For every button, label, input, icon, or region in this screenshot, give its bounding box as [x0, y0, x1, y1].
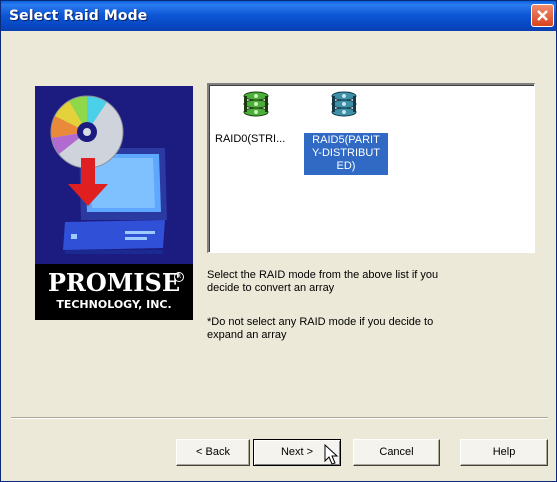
list-item-label-line: RAID5(PARIT	[312, 134, 380, 146]
list-item-raid0[interactable]: RAID0(STRI...	[213, 90, 297, 150]
instruction-line: decide to convert an array	[207, 282, 335, 294]
instruction-text-2: *Do not select any RAID mode if you deci…	[207, 316, 433, 342]
list-item-label-line: Y-DISTRIBUT	[311, 147, 381, 159]
select-raid-mode-dialog: Select Raid Mode PROMISE R TECHNOLOGY, I…	[0, 0, 557, 482]
list-item-label-selected: RAID5(PARIT Y-DISTRIBUT ED)	[304, 133, 388, 175]
cancel-button[interactable]: Cancel	[353, 439, 440, 466]
list-item-label: RAID0(STRI...	[215, 133, 286, 145]
instruction-text-1: Select the RAID mode from the above list…	[207, 269, 438, 295]
computer-install-illustration	[50, 95, 167, 254]
registered-mark: R	[174, 272, 184, 282]
disk-array-icon	[243, 91, 269, 117]
close-button[interactable]	[531, 4, 554, 27]
list-item-label-line: ED)	[336, 160, 356, 172]
promise-logo-subtitle: TECHNOLOGY, INC.	[56, 298, 172, 311]
help-button[interactable]: Help	[460, 439, 548, 466]
instruction-line: *Do not select any RAID mode if you deci…	[207, 316, 434, 328]
instruction-line: Select the RAID mode from the above list…	[207, 269, 439, 281]
window-title: Select Raid Mode	[9, 8, 148, 24]
back-button[interactable]: < Back	[176, 439, 250, 466]
mouse-pointer-icon	[324, 444, 339, 465]
disk-array-icon	[331, 91, 357, 117]
instruction-line: expand an array	[207, 329, 287, 341]
list-item-raid5[interactable]: RAID5(PARIT Y-DISTRIBUT ED)	[302, 90, 394, 180]
raid-mode-list[interactable]: RAID0(STRI... RAID5(PARIT Y-DISTRIBUT ED…	[207, 83, 535, 253]
title-bar[interactable]: Select Raid Mode	[1, 1, 556, 31]
promise-banner: PROMISE R TECHNOLOGY, INC.	[35, 86, 193, 320]
promise-logo: PROMISE	[47, 268, 181, 297]
separator-highlight	[11, 418, 548, 419]
close-icon	[537, 10, 548, 21]
